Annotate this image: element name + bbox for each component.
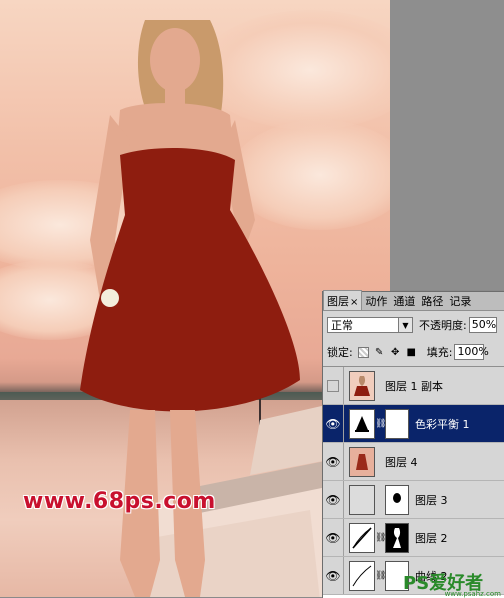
layer-name: 色彩平衡 1 bbox=[415, 417, 470, 431]
link-icon[interactable]: ⛓ bbox=[375, 571, 386, 581]
layers-panel: 图层× 动作 通道 路径 记录 正常 ▼ 不透明度: 50% 锁定: ✎ ✥ ■… bbox=[322, 290, 504, 598]
tab-actions[interactable]: 动作 bbox=[362, 291, 390, 310]
layer-mask-thumbnail bbox=[385, 408, 409, 439]
eye-icon[interactable]: 👁 bbox=[323, 405, 344, 442]
move-icon[interactable]: ✥ bbox=[390, 347, 401, 358]
adjustment-thumbnail bbox=[349, 408, 375, 439]
link-icon[interactable]: ⛓ bbox=[375, 419, 386, 429]
opacity-label: 不透明度: bbox=[419, 319, 467, 332]
brush-icon[interactable]: ✎ bbox=[374, 347, 385, 358]
blend-mode-value: 正常 bbox=[331, 319, 353, 332]
eye-icon[interactable]: 👁 bbox=[323, 481, 344, 518]
tab-history[interactable]: 记录 bbox=[446, 291, 474, 310]
tab-channels[interactable]: 通道 bbox=[390, 291, 418, 310]
layer-name: 图层 1 副本 bbox=[385, 379, 443, 393]
layer-row[interactable]: 👁 图层 4 bbox=[323, 443, 504, 481]
watermark-text: www.68ps.com bbox=[23, 489, 216, 514]
layer-row[interactable]: 图层 1 副本 bbox=[323, 367, 504, 405]
layers-list: 图层 1 副本 👁 ⛓ 色彩平衡 1 👁 图层 4 👁 图层 3 👁 ⛓ 图层 … bbox=[323, 366, 504, 598]
layer-row[interactable]: 👁 ⛓ 色彩平衡 1 bbox=[323, 405, 504, 443]
workspace-background bbox=[390, 0, 504, 290]
eye-icon[interactable]: 👁 bbox=[323, 557, 344, 594]
blend-mode-select[interactable]: 正常 ▼ bbox=[327, 317, 413, 333]
layer-thumbnail bbox=[349, 370, 375, 401]
close-icon[interactable]: × bbox=[350, 297, 358, 308]
layer-name: 图层 2 bbox=[415, 531, 448, 545]
curves-thumbnail bbox=[349, 522, 375, 553]
layer-thumbnail bbox=[349, 446, 375, 477]
fill-label: 填充: bbox=[426, 346, 453, 359]
tab-label: 图层 bbox=[327, 295, 349, 308]
lock-icon[interactable]: ■ bbox=[406, 347, 417, 358]
fill-input[interactable]: 100% bbox=[454, 344, 489, 360]
lock-fill-row: 锁定: ✎ ✥ ■ 填充: 100% bbox=[327, 343, 503, 361]
layer-name: 图层 3 bbox=[415, 493, 448, 507]
layer-thumbnail bbox=[349, 484, 375, 515]
eye-icon[interactable]: 👁 bbox=[323, 519, 344, 556]
layer-name: 图层 4 bbox=[385, 455, 418, 469]
chevron-down-icon[interactable]: ▼ bbox=[398, 318, 412, 332]
visibility-toggle[interactable] bbox=[323, 367, 344, 404]
lock-transparency-icon[interactable] bbox=[357, 346, 369, 358]
layer-mask-thumbnail bbox=[385, 522, 409, 553]
layer-row[interactable]: 👁 图层 3 bbox=[323, 481, 504, 519]
eye-icon[interactable]: 👁 bbox=[323, 443, 344, 480]
panel-tabs: 图层× 动作 通道 路径 记录 bbox=[323, 290, 504, 311]
tab-layers[interactable]: 图层× bbox=[323, 290, 363, 310]
opacity-input[interactable]: 50% bbox=[468, 317, 497, 333]
blend-opacity-row: 正常 ▼ 不透明度: 50% bbox=[327, 316, 503, 334]
link-icon[interactable]: ⛓ bbox=[375, 533, 386, 543]
tab-paths[interactable]: 路径 bbox=[418, 291, 446, 310]
curves-thumbnail bbox=[349, 560, 375, 591]
layer-row[interactable]: 👁 ⛓ 图层 2 bbox=[323, 519, 504, 557]
layer-mask-thumbnail bbox=[385, 484, 409, 515]
lock-label: 锁定: bbox=[327, 346, 353, 359]
